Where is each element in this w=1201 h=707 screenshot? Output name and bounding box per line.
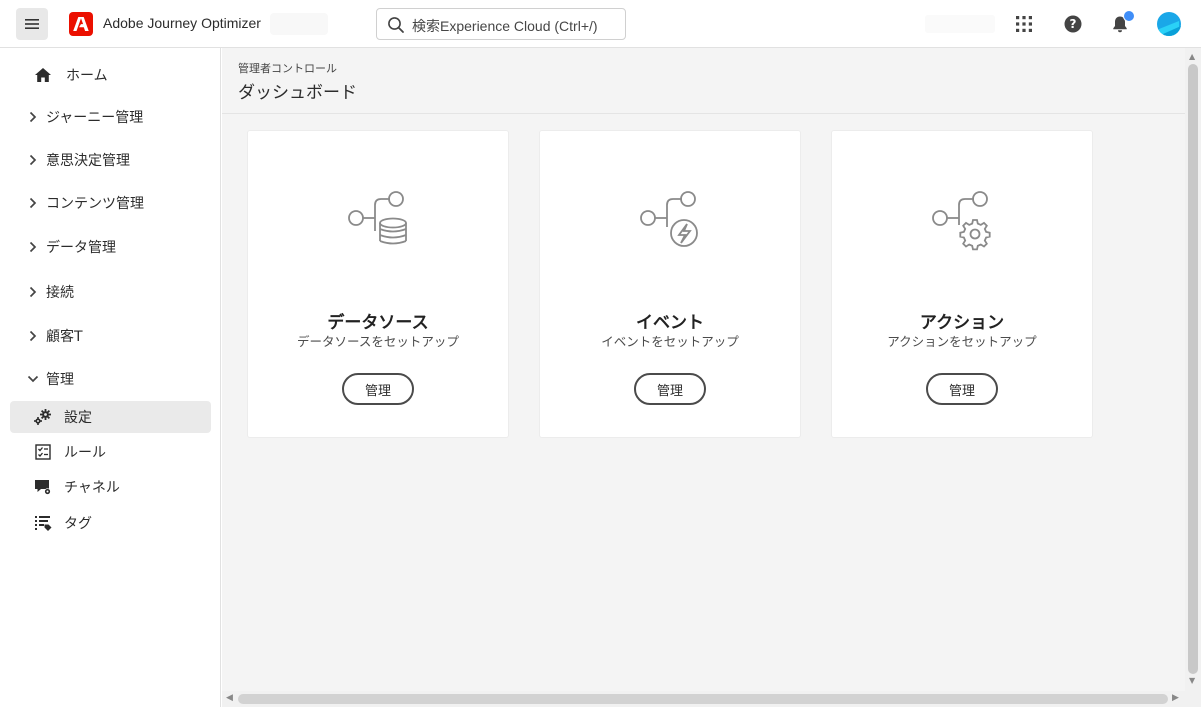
tag-list-icon <box>30 514 56 532</box>
card-description: アクションをセットアップ <box>887 334 1037 349</box>
sidebar-item-label: コンテンツ管理 <box>46 196 144 212</box>
sidebar-item-label: 顧客T <box>46 329 83 345</box>
scroll-down-arrow-icon[interactable]: ▼ <box>1189 676 1195 685</box>
apps-grid-icon <box>1016 16 1032 32</box>
chevron-right-icon <box>20 154 46 166</box>
action-icon <box>932 191 991 251</box>
main-content: 管理者コントロール ダッシュボード データソース データソースをセットアップ 管… <box>222 48 1185 691</box>
chevron-right-icon <box>20 197 46 209</box>
card-title: イベント <box>636 313 704 333</box>
card-description: データソースをセットアップ <box>297 334 459 349</box>
sidebar-item-label: 設定 <box>64 410 92 426</box>
card-events: イベント イベントをセットアップ 管理 <box>540 131 800 437</box>
avatar[interactable] <box>1157 12 1181 36</box>
sidebar-item-journey-management[interactable]: ジャーニー管理 <box>10 101 211 133</box>
sidebar-item-label: ホーム <box>66 68 108 84</box>
card-title: アクション <box>919 313 1005 333</box>
sidebar-item-channels[interactable]: チャネル <box>10 471 211 503</box>
org-switcher[interactable] <box>925 15 995 33</box>
vertical-scrollbar[interactable]: ▲ ▼ <box>1185 48 1201 691</box>
menu-icon <box>25 19 39 29</box>
page-header: 管理者コントロール ダッシュボード <box>222 48 1185 114</box>
scroll-left-arrow-icon[interactable]: ◀ <box>226 693 233 703</box>
help-button[interactable]: ? <box>1061 12 1085 36</box>
chevron-right-icon <box>20 241 46 253</box>
manage-button[interactable]: 管理 <box>342 373 414 405</box>
top-bar: Adobe Journey Optimizer 検索Experience Clo… <box>0 0 1201 48</box>
scrollbar-thumb[interactable] <box>1188 64 1198 674</box>
channel-icon <box>30 478 56 496</box>
menu-button[interactable] <box>16 8 48 40</box>
sidebar-item-data-management[interactable]: データ管理 <box>10 231 211 263</box>
data-source-icon <box>348 191 407 245</box>
sidebar-item-label: 管理 <box>46 372 74 388</box>
search-icon <box>388 17 404 33</box>
app-title[interactable]: Adobe Journey Optimizer <box>103 15 261 31</box>
chevron-down-icon <box>20 375 46 383</box>
card-title: データソース <box>327 313 429 333</box>
manage-button[interactable]: 管理 <box>634 373 706 405</box>
sidebar-item-connections[interactable]: 接続 <box>10 276 211 308</box>
search-placeholder: 検索Experience Cloud (Ctrl+/) <box>412 18 598 34</box>
sidebar-item-label: データ管理 <box>46 240 116 256</box>
checklist-icon <box>30 444 56 460</box>
sidebar-item-label: ジャーニー管理 <box>46 110 144 126</box>
sidebar-item-label: 意思決定管理 <box>46 153 130 169</box>
scroll-up-arrow-icon[interactable]: ▲ <box>1189 52 1195 61</box>
chevron-right-icon <box>20 286 46 298</box>
manage-button[interactable]: 管理 <box>926 373 998 405</box>
sidebar-item-label: チャネル <box>64 480 120 496</box>
apps-button[interactable] <box>1012 12 1036 36</box>
scrollbar-corner <box>1185 691 1201 707</box>
chevron-right-icon <box>20 111 46 123</box>
help-icon: ? <box>1064 15 1082 33</box>
adobe-logo-icon[interactable] <box>69 12 93 36</box>
notification-badge <box>1123 10 1135 22</box>
sidebar-item-administration[interactable]: 管理 <box>10 363 211 395</box>
home-icon <box>30 67 56 83</box>
sidebar-item-decision-management[interactable]: 意思決定管理 <box>10 144 211 176</box>
breadcrumb[interactable]: 管理者コントロール <box>238 60 337 76</box>
search-field[interactable]: 検索Experience Cloud (Ctrl+/) <box>376 8 626 40</box>
svg-text:?: ? <box>1070 17 1077 31</box>
scroll-right-arrow-icon[interactable]: ▶ <box>1172 693 1179 703</box>
sidebar-item-rules[interactable]: ルール <box>10 436 211 468</box>
chevron-right-icon <box>20 330 46 342</box>
card-data-sources: データソース データソースをセットアップ 管理 <box>248 131 508 437</box>
scrollbar-thumb[interactable] <box>238 694 1168 704</box>
sidebar-item-configurations[interactable]: 設定 <box>10 401 211 433</box>
sidebar-item-label: タグ <box>64 516 92 532</box>
horizontal-scrollbar[interactable]: ◀ ▶ <box>222 691 1185 707</box>
sandbox-switcher[interactable] <box>270 13 328 35</box>
gears-icon <box>30 408 56 426</box>
sidebar-item-label: ルール <box>64 445 106 461</box>
sidebar-item-label: 接続 <box>46 285 74 301</box>
page-title: ダッシュボード <box>238 83 357 103</box>
sidebar: ホーム ジャーニー管理 意思決定管理 コンテンツ管理 データ管理 接続 顧客T … <box>0 48 221 707</box>
sidebar-item-home[interactable]: ホーム <box>10 59 211 91</box>
sidebar-item-tags[interactable]: タグ <box>10 507 211 539</box>
sidebar-item-content-management[interactable]: コンテンツ管理 <box>10 187 211 219</box>
event-icon <box>640 191 698 247</box>
sidebar-item-customer[interactable]: 顧客T <box>10 320 211 352</box>
card-description: イベントをセットアップ <box>601 334 739 349</box>
card-actions: アクション アクションをセットアップ 管理 <box>832 131 1092 437</box>
